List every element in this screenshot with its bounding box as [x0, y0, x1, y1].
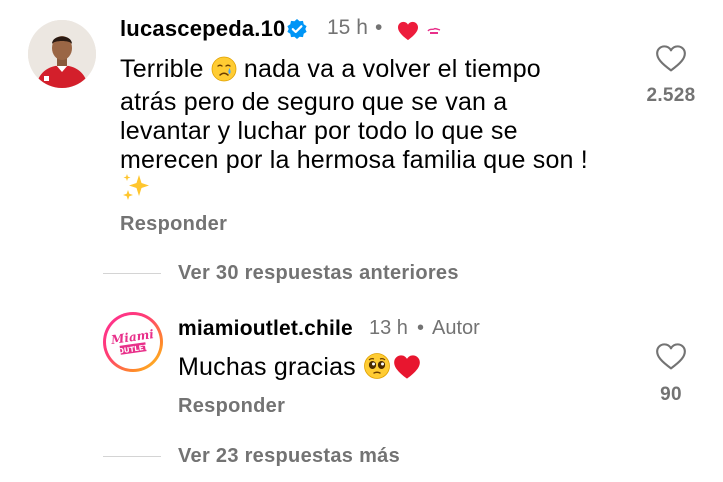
reply-button[interactable]: Responder	[178, 395, 285, 418]
comment-text-line-3: levantar y luchar por todo lo que se	[120, 117, 518, 145]
like-count: 90	[660, 384, 682, 405]
heart-outline-icon[interactable]	[655, 44, 687, 78]
comment-text-line-2: atrás pero de seguro que se van a	[120, 88, 508, 116]
reply-text-segment: Muchas gracias	[178, 353, 364, 381]
thread-divider	[103, 456, 161, 457]
red-heart-emoji	[393, 354, 421, 387]
crying-face-emoji	[211, 56, 237, 89]
comment-text-line-1: Terrible nada va a volver el tiempo	[120, 55, 541, 89]
comment-username[interactable]: lucascepeda.10	[120, 16, 285, 42]
reply-avatar-logo: Miami OUTLET	[106, 315, 160, 369]
sparkles-emoji	[121, 172, 153, 207]
comment-text-line-4: merecen por la hermosa familia que son !	[120, 146, 588, 174]
reply-avatar[interactable]: Miami OUTLET	[103, 312, 163, 372]
thread-divider	[103, 273, 161, 274]
meta-separator: •	[417, 317, 425, 339]
comment-time: 15 h	[327, 16, 368, 39]
comment-text-segment: nada va a volver el tiempo	[236, 55, 541, 83]
view-more-replies-link[interactable]: Ver 23 respuestas más	[178, 445, 400, 468]
author-label: Autor	[432, 317, 480, 339]
author-mini-avatar	[426, 24, 442, 40]
like-count: 2.528	[646, 85, 696, 106]
comment-text-segment: Terrible	[120, 55, 211, 83]
view-previous-replies-link[interactable]: Ver 30 respuestas anteriores	[178, 262, 459, 285]
profile-photo	[28, 20, 96, 88]
pleading-face-emoji	[363, 352, 391, 387]
reply-time: 13 h	[369, 317, 408, 339]
reply-button[interactable]: Responder	[120, 213, 227, 236]
reply-text: Muchas gracias	[178, 352, 421, 387]
avatar[interactable]	[28, 20, 96, 88]
reply-username[interactable]: miamioutlet.chile	[178, 317, 353, 341]
verified-icon	[286, 18, 308, 45]
liked-by-author-heart-icon	[397, 21, 419, 46]
heart-outline-icon[interactable]	[655, 342, 687, 376]
meta-separator: •	[375, 16, 383, 39]
